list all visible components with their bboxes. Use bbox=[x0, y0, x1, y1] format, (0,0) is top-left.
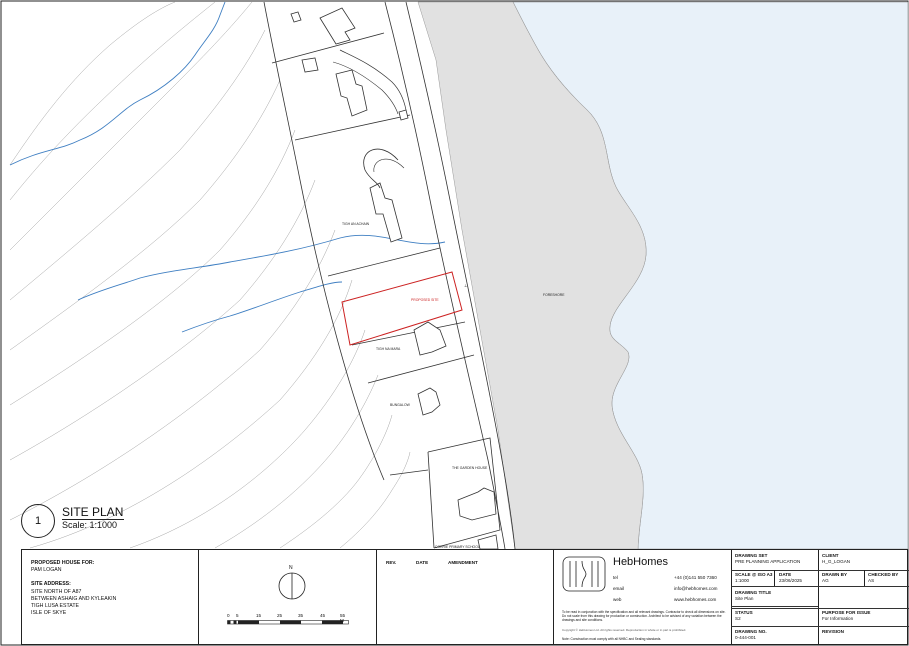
amendment-header: AMENDMENT bbox=[448, 560, 478, 565]
status-value: S2 bbox=[735, 616, 741, 621]
scale-value: 1:1000 bbox=[735, 578, 750, 583]
label-bungalow: BUNGALOW bbox=[390, 403, 410, 407]
scale-tick: 25 bbox=[277, 613, 283, 618]
client-value: H_G_LOGAN bbox=[822, 559, 851, 564]
web-link[interactable]: www.hebhomes.com bbox=[674, 597, 716, 603]
drawing-set-value: PRE PLANNING APPLICATION bbox=[735, 559, 801, 564]
grid-line bbox=[731, 608, 909, 609]
scale-bar-graphic bbox=[227, 620, 349, 625]
grid-line bbox=[731, 606, 818, 607]
north-arrow-icon bbox=[278, 572, 306, 600]
tel-value: +44 (0)141 550 7360 bbox=[674, 575, 717, 580]
scale-bar: 0 5 15 25 35 45 55 M bbox=[227, 613, 349, 625]
email-link[interactable]: info@hebhomes.com bbox=[674, 586, 717, 592]
web-label: web bbox=[613, 597, 622, 602]
divider bbox=[818, 550, 819, 644]
scale-tick: 45 bbox=[320, 613, 326, 618]
purpose-field: PURPOSE FOR ISSUE For Information bbox=[822, 610, 871, 622]
checked-by-field: CHECKED BY AS bbox=[868, 572, 898, 584]
scale-tick: 5 bbox=[236, 613, 239, 618]
project-info: PROPOSED HOUSE FOR: PAM LOGAN SITE ADDRE… bbox=[31, 560, 193, 617]
status-field: STATUS S2 bbox=[735, 610, 753, 622]
hebhomes-logo-icon bbox=[562, 556, 606, 592]
address-line: BETWEEN ASHAIG AND KYLEAKIN bbox=[31, 595, 117, 602]
scale-ticks: 0 5 15 25 35 45 55 M bbox=[227, 613, 349, 623]
email-label: email bbox=[613, 586, 624, 591]
drawn-by-field: DRAWN BY AG bbox=[822, 572, 847, 584]
label-proposed-site: PROPOSED SITE bbox=[411, 298, 439, 302]
divider bbox=[553, 550, 554, 644]
divider bbox=[376, 550, 377, 644]
grid-divider bbox=[774, 570, 775, 586]
divider bbox=[731, 550, 732, 644]
client-name: PAM LOGAN bbox=[31, 567, 62, 574]
scale-tick: 35 bbox=[298, 613, 304, 618]
divider bbox=[198, 550, 199, 644]
client-field: CLIENT H_G_LOGAN bbox=[822, 553, 850, 565]
north-label: N bbox=[289, 565, 293, 571]
revision-field: REVISION bbox=[822, 629, 844, 635]
drawing-title-value: Site Plan bbox=[735, 596, 754, 601]
date-header: DATE bbox=[416, 560, 429, 565]
grid-line bbox=[731, 586, 909, 587]
site-plan-title: SITE PLAN bbox=[62, 505, 125, 520]
label-garden-house: THE GARDEN HOUSE bbox=[452, 466, 488, 470]
address-line: SITE NORTH OF A87 bbox=[31, 588, 82, 595]
revision-label: REVISION bbox=[822, 629, 844, 634]
drawing-no-field: DRAWING NO. 0-444-001 bbox=[735, 629, 767, 641]
proposed-house-heading: PROPOSED HOUSE FOR: bbox=[31, 560, 95, 566]
address-line: ISLE OF SKYE bbox=[31, 610, 67, 617]
disclaimer-text: To be read in conjunction with the speci… bbox=[562, 610, 726, 622]
construction-note: Note: Construction must comply with all … bbox=[562, 637, 662, 641]
label-tigh-an-acham: TIGH AN ACHAIN bbox=[342, 222, 370, 226]
site-plan-scale: Scale: 1:1000 bbox=[62, 520, 118, 530]
drawing-title-field: DRAWING TITLE Site Plan bbox=[735, 590, 771, 602]
date-value: 23/06/2025 bbox=[779, 578, 802, 583]
scale-tick: 55 M bbox=[340, 613, 346, 623]
site-address-heading: SITE ADDRESS: bbox=[31, 581, 71, 588]
driveway-inner bbox=[373, 158, 405, 173]
copyright-text: Copyright © HebHomes Ltd. All rights res… bbox=[562, 628, 687, 632]
driveway bbox=[363, 148, 399, 189]
drawing-sheet: ⊥ TIGH AN ACHAIN PROPOSED SITE TIGH NA M… bbox=[0, 0, 909, 646]
grid-line bbox=[731, 570, 909, 571]
title-block: PROPOSED HOUSE FOR: PAM LOGAN SITE ADDRE… bbox=[21, 549, 909, 645]
scale-tick: 0 bbox=[227, 613, 230, 618]
proposed-site-boundary bbox=[341, 271, 463, 346]
drawing-set-field: DRAWING SET PRE PLANNING APPLICATION bbox=[735, 553, 800, 565]
view-number-circle: 1 bbox=[21, 504, 55, 538]
grid-line bbox=[731, 626, 909, 627]
checked-by-value: AS bbox=[868, 578, 875, 583]
tel-label: tel bbox=[613, 575, 618, 580]
scale-field: SCALE @ ISO A3 1:1000 bbox=[735, 572, 773, 584]
drawn-by-value: AG bbox=[822, 578, 829, 583]
label-foreshore: FORESHORE bbox=[543, 293, 565, 297]
streams bbox=[9, 1, 446, 333]
address-line: TIGH LUSA ESTATE bbox=[31, 603, 79, 610]
label-tigh-na-mara: TIGH NA MARA bbox=[376, 347, 401, 351]
company-name: HebHomes bbox=[613, 556, 669, 568]
drawing-no-value: 0-444-001 bbox=[735, 635, 756, 640]
survey-marker: ⊥ bbox=[464, 283, 468, 288]
date-field: DATE 23/06/2025 bbox=[779, 572, 802, 584]
site-plan-title-block: 1 SITE PLAN Scale: 1:1000 bbox=[21, 504, 141, 542]
purpose-value: For Information bbox=[822, 616, 854, 621]
grid-divider bbox=[864, 570, 865, 586]
scale-tick: 15 bbox=[256, 613, 262, 618]
rev-header: REV. bbox=[386, 560, 397, 565]
